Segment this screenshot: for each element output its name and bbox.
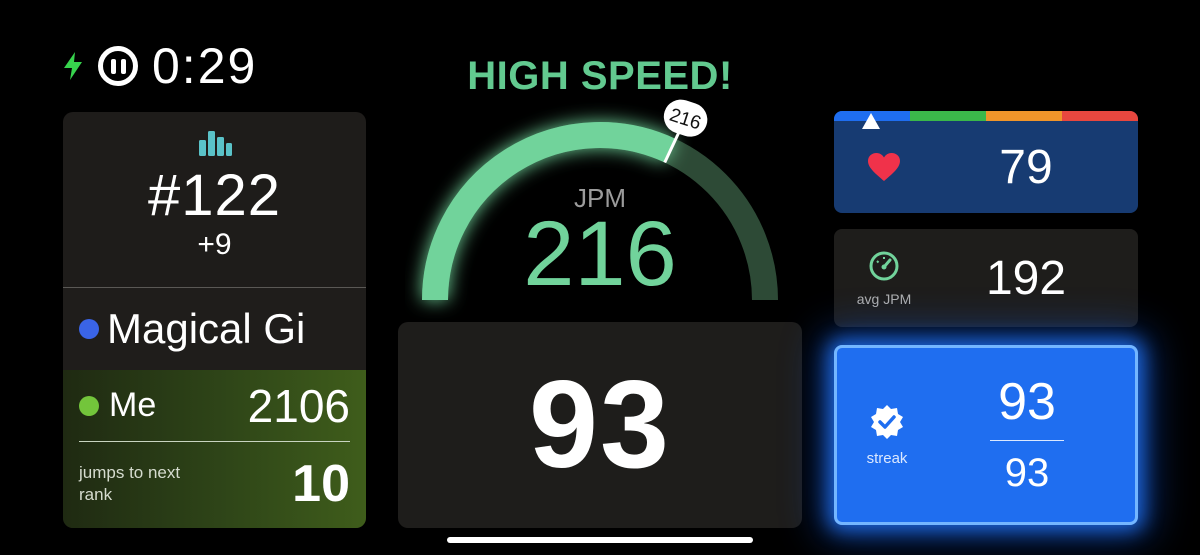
rank-position: #122: [147, 163, 282, 228]
jump-count-value: 93: [529, 356, 671, 494]
status-bar: 0:29: [62, 38, 257, 94]
rival-name: Magical Gi: [107, 305, 306, 352]
lightning-bolt-icon: [62, 51, 84, 81]
streak-divider: [990, 439, 1064, 441]
bar-chart-icon: [198, 128, 232, 161]
best-streak-value: 93: [1004, 450, 1050, 495]
speedometer-icon: [868, 250, 900, 287]
gauge-value-pin: 216: [663, 99, 708, 137]
avg-jpm-card[interactable]: avg JPM 192: [834, 229, 1138, 327]
jumps-to-next-rank: 10: [292, 455, 350, 513]
my-rank-block: Me 2106 jumps to next rank 10: [63, 370, 366, 528]
me-color-dot: [79, 395, 99, 416]
my-score-row: Me 2106: [79, 370, 350, 442]
streak-label: streak: [866, 450, 908, 467]
pause-icon-bar: [110, 58, 116, 74]
leaderboard-card[interactable]: #122 +9 Magical Gi Me 2106 jumps to next…: [63, 112, 366, 528]
zone-segment: [986, 111, 1062, 121]
streak-card[interactable]: streak 93 93: [834, 345, 1138, 525]
current-jpm-value: 216: [523, 203, 677, 305]
zone-segment: [910, 111, 986, 121]
home-indicator[interactable]: [447, 537, 753, 543]
next-rank-row: jumps to next rank 10: [79, 442, 350, 526]
heart-rate-value: 79: [999, 140, 1053, 194]
rival-color-dot: [79, 319, 99, 339]
avg-jpm-label: avg JPM: [856, 290, 912, 307]
speed-headline: HIGH SPEED!: [467, 54, 733, 98]
rival-row: Magical Gi: [63, 288, 366, 370]
verified-badge-icon: [868, 403, 906, 446]
my-score: 2106: [247, 379, 350, 432]
heart-icon: [834, 152, 934, 182]
current-streak-value: 93: [998, 373, 1056, 432]
me-label: Me: [109, 386, 157, 424]
next-rank-label: jumps to next rank: [79, 462, 181, 504]
elapsed-timer: 0:29: [152, 38, 258, 94]
rank-change: +9: [197, 227, 232, 261]
pause-icon-bar: [120, 58, 126, 74]
avg-jpm-value: 192: [985, 251, 1067, 305]
pause-button[interactable]: [98, 46, 138, 86]
heart-rate-zone-marker-icon: [862, 113, 880, 134]
rank-summary: #122 +9: [63, 112, 366, 287]
zone-segment: [1062, 111, 1138, 121]
jump-count-card: 93: [398, 322, 802, 528]
